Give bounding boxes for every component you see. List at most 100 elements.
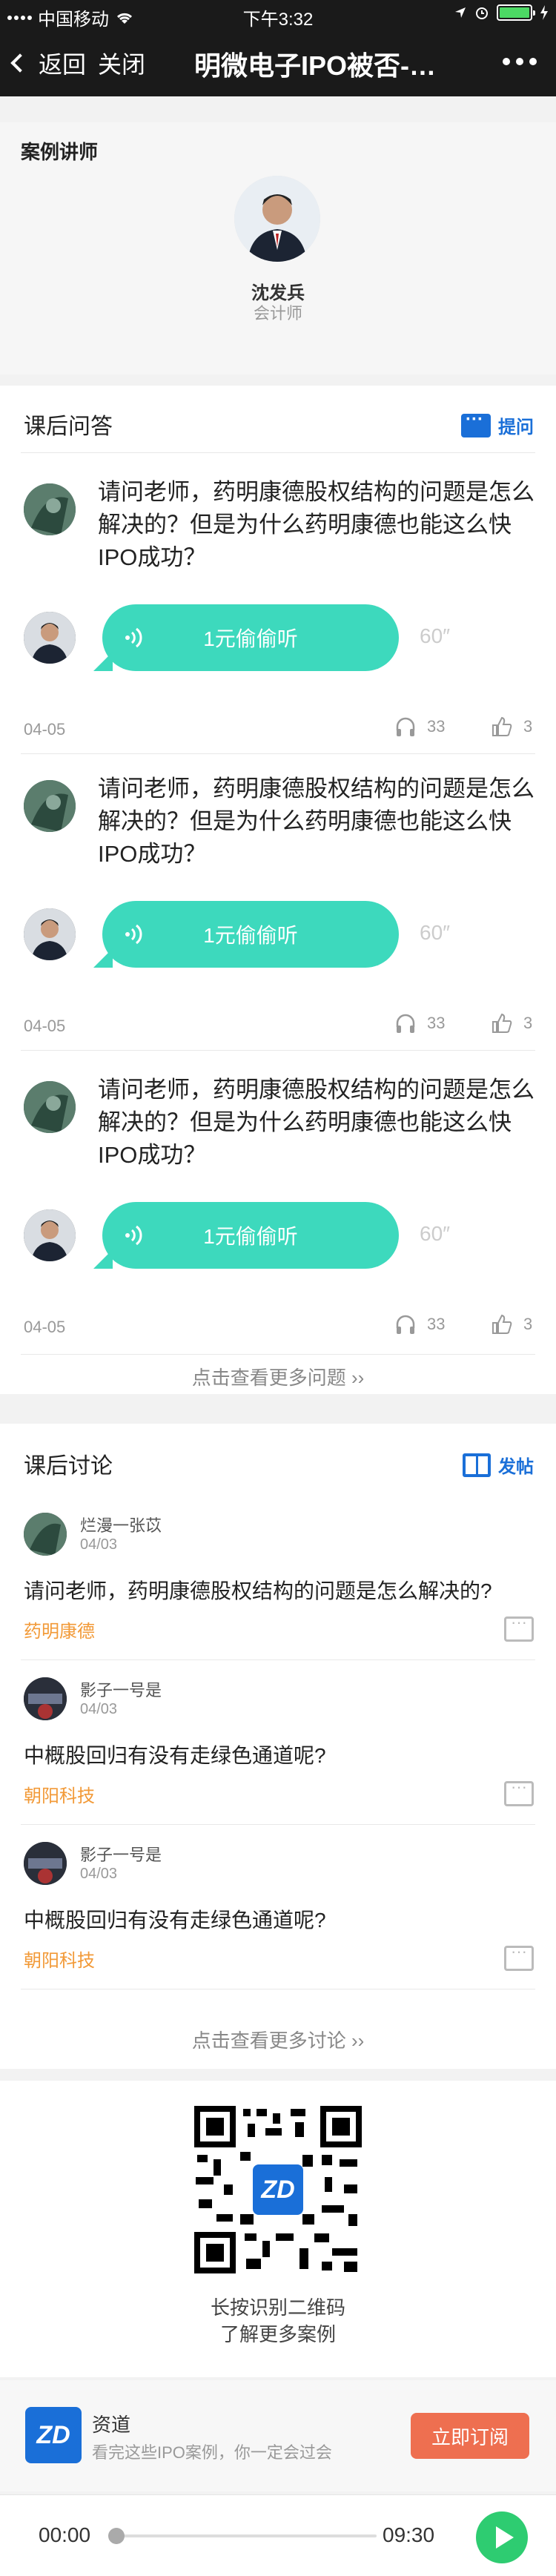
like-button[interactable]: 3 [491,1313,532,1335]
post-text: 中概股回归有没有走绿色通道呢? [24,1909,326,1932]
total-time: 09:30 [383,2523,435,2546]
chat-bubble-icon [461,409,491,437]
post-date: 04/03 [80,1701,118,1717]
post-tag[interactable]: 药明康德 [24,1616,95,1642]
answerer-avatar[interactable] [24,908,76,960]
qr-caption-line2: 了解更多案例 [219,2323,336,2345]
qr-caption-line1: 长按识别二维码 [210,2296,345,2319]
lecturer-avatar[interactable] [234,176,320,262]
qr-section: ZD 长按识别二维码 了解更多案例 [0,2081,556,2377]
like-button[interactable]: 3 [491,1012,532,1034]
asker-avatar[interactable] [24,483,76,535]
more-discussions-label: 点击查看更多讨论 [191,2030,346,2052]
post-tag[interactable]: 朝阳科技 [24,1946,95,1972]
answerer-avatar[interactable] [24,1209,76,1261]
qa-meta: 04-05 33 3 [24,716,535,745]
progress-track[interactable] [117,2534,377,2537]
page-title: 明微电子IPO被否-… [194,50,437,81]
listen-count-value: 33 [427,1014,446,1032]
qa-date: 04-05 [24,1318,66,1336]
subscribe-button[interactable]: 立即订阅 [411,2413,529,2459]
listen-label: 1元偷偷听 [203,1225,298,1248]
author-name: 影子一号是 [80,1846,162,1864]
audio-duration: 60″ [420,1222,451,1245]
more-icon[interactable] [503,58,537,65]
discussion-section-title: 课后讨论 [24,1454,113,1479]
audio-player: 00:00 09:30 [0,2494,556,2576]
qa-section: 课后问答 提问 请问老师，药明康德股权结构的问题是怎么解决的？但是为什么药明康德… [0,386,556,1394]
sound-wave-icon [125,627,142,648]
like-count-value: 3 [523,1315,533,1333]
thumbs-up-icon [492,716,512,736]
headphones-icon [396,717,415,736]
asker-avatar[interactable] [24,1081,76,1133]
author-avatar[interactable] [24,1677,67,1720]
book-icon [463,1453,491,1477]
divider [21,753,535,754]
battery-icon [497,4,535,21]
answerer-avatar[interactable] [24,612,76,664]
listen-button[interactable]: 1元偷偷听 [93,604,399,671]
promo-banner: ZD 资道 看完这些IPO案例，你一定会过会 立即订阅 [0,2380,556,2491]
listen-button[interactable]: 1元偷偷听 [93,901,399,968]
qr-code[interactable]: ZD [191,2103,365,2276]
author-name: 影子一号是 [80,1681,162,1700]
comment-icon[interactable] [504,1777,534,1806]
listen-count-value: 33 [427,717,446,736]
new-post-button[interactable]: 发帖 [463,1452,534,1478]
headphones-icon [396,1014,415,1033]
double-chevron-right-icon: ›› [351,1367,365,1389]
brand-logo: ZD [25,2407,82,2463]
sound-wave-icon [125,1225,142,1246]
double-chevron-right-icon: ›› [351,2030,365,2052]
lecturer-section-title: 案例讲师 [21,141,99,163]
listen-label: 1元偷偷听 [203,924,298,947]
headphones-icon [396,1315,415,1334]
back-button[interactable]: 返回 [10,46,87,80]
progress-handle[interactable] [108,2528,125,2544]
listen-count: 33 [394,1012,445,1034]
brand-name: 资道 [92,2414,131,2436]
qa-meta: 04-05 33 3 [24,1313,535,1343]
like-button[interactable]: 3 [491,716,532,738]
discussion-section: 课后讨论 发帖 烂漫一张苡 04/03 请问老师，药明康德股权结构的问题是怎么解… [0,1424,556,2069]
author-avatar[interactable] [24,1842,67,1885]
post-text: 请问老师，药明康德股权结构的问题是怎么解决的? [24,1579,492,1602]
divider [21,1659,535,1660]
post-tag[interactable]: 朝阳科技 [24,1781,95,1807]
like-count-value: 3 [523,717,533,736]
listen-count: 33 [394,716,445,738]
listen-button[interactable]: 1元偷偷听 [93,1202,399,1269]
current-time: 00:00 [39,2523,91,2546]
listen-count-value: 33 [427,1315,446,1333]
author-avatar[interactable] [24,1513,67,1556]
promo-description: 看完这些IPO案例，你一定会过会 [92,2443,332,2462]
asker-avatar[interactable] [24,780,76,832]
svg-text:ZD: ZD [260,2176,294,2204]
qa-date: 04-05 [24,720,66,739]
discussion-item[interactable]: 烂漫一张苡 04/03 请问老师，药明康德股权结构的问题是怎么解决的? 药明康德 [0,1498,556,1664]
play-button[interactable] [476,2511,528,2563]
more-discussions-link[interactable]: 点击查看更多讨论 ›› [0,2026,556,2053]
thumbs-up-icon [492,1314,512,1334]
lecturer-role: 会计师 [253,304,302,323]
post-date: 04/03 [80,1866,118,1882]
question-text[interactable]: 请问老师，药明康德股权结构的问题是怎么解决的？但是为什么药明康德也能这么快IPO… [98,1074,535,1172]
more-questions-label: 点击查看更多问题 [191,1367,346,1389]
post-label: 发帖 [498,1457,534,1477]
like-count-value: 3 [523,1014,533,1032]
question-text[interactable]: 请问老师，药明康德股权结构的问题是怎么解决的？但是为什么药明康德也能这么快IPO… [98,773,535,871]
question-text[interactable]: 请问老师，药明康德股权结构的问题是怎么解决的？但是为什么药明康德也能这么快IPO… [98,476,535,574]
close-button[interactable]: 关闭 [98,46,145,80]
lecturer-section: 案例讲师 沈发兵 会计师 [0,122,556,374]
discussion-item[interactable]: 影子一号是 04/03 中概股回归有没有走绿色通道呢? 朝阳科技 [0,1827,556,1993]
comment-icon[interactable] [504,1613,534,1642]
divider [21,1050,535,1051]
discussion-item[interactable]: 影子一号是 04/03 中概股回归有没有走绿色通道呢? 朝阳科技 [0,1662,556,1829]
more-questions-link[interactable]: 点击查看更多问题 ›› [0,1363,556,1390]
back-label: 返回 [39,51,87,78]
sound-wave-icon [125,924,142,945]
comment-icon[interactable] [504,1942,534,1971]
ask-question-button[interactable]: 提问 [461,409,534,438]
audio-duration: 60″ [420,624,451,647]
